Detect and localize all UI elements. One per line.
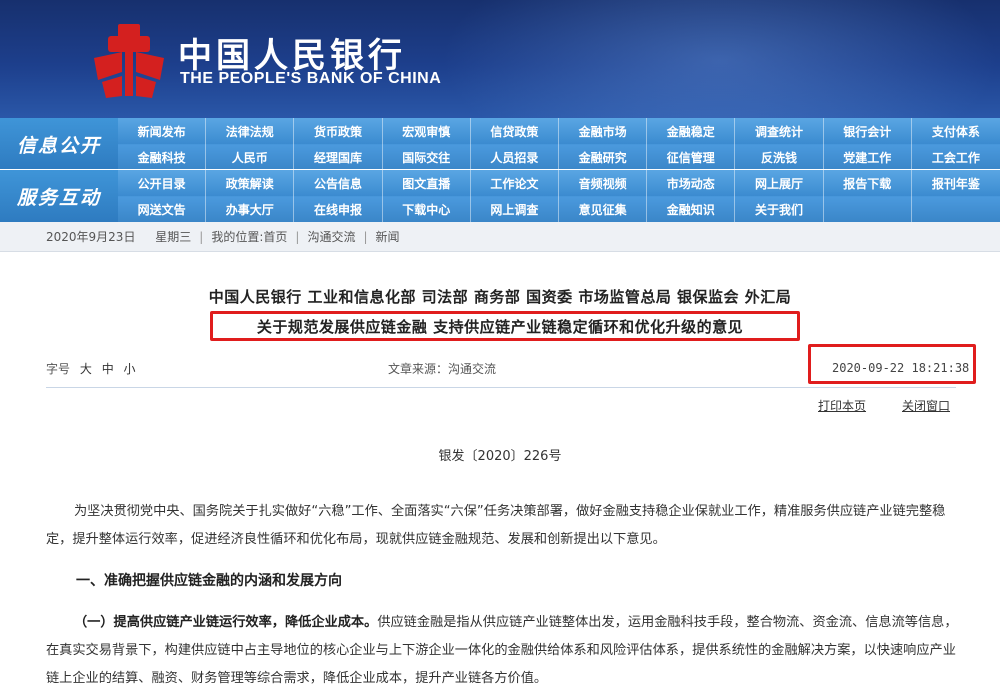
info-section-label[interactable]: 信息公开 — [0, 118, 118, 170]
nav-item[interactable]: 网送文告 — [118, 196, 207, 222]
nav-item[interactable]: 法律法规 — [206, 118, 295, 144]
nav-item[interactable]: 货币政策 — [294, 118, 383, 144]
service-section-label[interactable]: 服务互动 — [0, 170, 118, 222]
info-nav-grid: 新闻发布 法律法规 货币政策 宏观审慎 信贷政策 金融市场 金融稳定 调查统计 … — [118, 118, 1000, 170]
nav-item-empty — [824, 196, 912, 222]
nav-item[interactable]: 人员招录 — [471, 144, 559, 170]
breadcrumb-separator: | — [363, 229, 368, 244]
breadcrumb-gap — [143, 230, 147, 244]
breadcrumb-separator: | — [199, 229, 204, 244]
font-size-large-button[interactable]: 大 — [80, 362, 92, 376]
nav-item[interactable]: 反洗钱 — [735, 144, 824, 170]
nav-item[interactable]: 调查统计 — [735, 118, 824, 144]
nav-item-empty — [912, 196, 1000, 222]
nav-item[interactable]: 征信管理 — [647, 144, 736, 170]
service-nav-grid: 公开目录 政策解读 公告信息 图文直播 工作论文 音频视频 市场动态 网上展厅 … — [118, 170, 1000, 222]
font-size-control: 字号 大 中 小 — [46, 360, 136, 377]
nav-item[interactable]: 工作论文 — [471, 170, 559, 196]
font-size-medium-button[interactable]: 中 — [102, 362, 114, 376]
nav-item[interactable]: 公开目录 — [118, 170, 207, 196]
breadcrumb: 2020年9月23日 星期三 | 我的位置: 首页 | 沟通交流 | 新闻 — [0, 222, 1000, 252]
close-window-link[interactable]: 关闭窗口 — [902, 397, 950, 414]
nav-item[interactable]: 办事大厅 — [206, 196, 295, 222]
nav-item[interactable]: 金融市场 — [559, 118, 648, 144]
nav-item[interactable]: 在线申报 — [294, 196, 383, 222]
bank-name-en: THE PEOPLE'S BANK OF CHINA — [180, 70, 442, 87]
nav-item[interactable]: 经理国库 — [294, 144, 383, 170]
breadcrumb-page-link[interactable]: 新闻 — [376, 228, 400, 245]
breadcrumb-location-label: 我的位置: — [211, 230, 264, 244]
print-page-link[interactable]: 打印本页 — [818, 397, 866, 414]
nav-item[interactable]: 人民币 — [206, 144, 295, 170]
paragraph-lead: （一）提高供应链产业链运行效率，降低企业成本。 — [74, 615, 378, 630]
nav-item[interactable]: 信贷政策 — [471, 118, 559, 144]
nav-item[interactable]: 新闻发布 — [118, 118, 207, 144]
service-nav: 服务互动 公开目录 政策解读 公告信息 图文直播 工作论文 音频视频 市场动态 … — [0, 170, 1000, 222]
breadcrumb-date: 2020年9月23日 — [46, 230, 136, 244]
nav-item[interactable]: 图文直播 — [383, 170, 471, 196]
document-number: 银发〔2020〕226号 — [438, 449, 562, 464]
issuing-agencies: 中国人民银行 工业和信息化部 司法部 商务部 国资委 市场监管总局 银保监会 外… — [208, 288, 792, 306]
intro-paragraph: 为坚决贯彻党中央、国务院关于扎实做好“六稳”工作、全面落实“六保”任务决策部署，… — [46, 504, 946, 547]
nav-item[interactable]: 音频视频 — [559, 170, 648, 196]
banner-glow — [440, 0, 1000, 118]
nav-item[interactable]: 金融科技 — [118, 144, 207, 170]
nav-item[interactable]: 报告下载 — [824, 170, 912, 196]
nav-item[interactable]: 关于我们 — [735, 196, 824, 222]
nav-item[interactable]: 政策解读 — [206, 170, 295, 196]
body-paragraph: （一）提高供应链产业链运行效率，降低企业成本。供应链金融是指从供应链产业链整体出… — [46, 609, 966, 693]
font-size-label: 字号 — [46, 362, 71, 376]
font-size-small-button[interactable]: 小 — [124, 362, 136, 376]
nav-item[interactable]: 市场动态 — [647, 170, 736, 196]
nav-item[interactable]: 报刊年鉴 — [912, 170, 1000, 196]
nav-item[interactable]: 金融研究 — [559, 144, 648, 170]
nav-item[interactable]: 工会工作 — [912, 144, 1000, 170]
nav-item[interactable]: 网上展厅 — [735, 170, 824, 196]
nav-item[interactable]: 金融知识 — [647, 196, 736, 222]
nav-item[interactable]: 国际交往 — [383, 144, 471, 170]
nav-item[interactable]: 宏观审慎 — [383, 118, 471, 144]
nav-item[interactable]: 意见征集 — [559, 196, 648, 222]
nav-item[interactable]: 党建工作 — [824, 144, 912, 170]
breadcrumb-home-link[interactable]: 首页 — [263, 228, 287, 245]
pboc-logo-icon[interactable] — [88, 22, 170, 100]
section-heading: 一、准确把握供应链金融的内涵和发展方向 — [76, 573, 342, 589]
breadcrumb-weekday: 星期三 — [155, 230, 192, 244]
nav-item[interactable]: 下载中心 — [383, 196, 471, 222]
publish-datetime: 2020-09-22 18:21:38 — [832, 361, 970, 375]
info-nav: 信息公开 新闻发布 法律法规 货币政策 宏观审慎 信贷政策 金融市场 金融稳定 … — [0, 118, 1000, 170]
breadcrumb-separator: | — [295, 229, 300, 244]
nav-item[interactable]: 金融稳定 — [647, 118, 736, 144]
nav-item[interactable]: 支付体系 — [912, 118, 1000, 144]
article-title: 关于规范发展供应链金融 支持供应链产业链稳定循环和优化升级的意见 — [256, 318, 744, 336]
meta-divider — [46, 387, 956, 388]
nav-item[interactable]: 公告信息 — [294, 170, 383, 196]
breadcrumb-section-link[interactable]: 沟通交流 — [307, 228, 355, 245]
nav-item[interactable]: 银行会计 — [824, 118, 912, 144]
nav-item[interactable]: 网上调查 — [471, 196, 559, 222]
header-banner: 中国人民银行 THE PEOPLE'S BANK OF CHINA — [0, 0, 1000, 118]
article-source: 文章来源：沟通交流 — [388, 362, 497, 376]
